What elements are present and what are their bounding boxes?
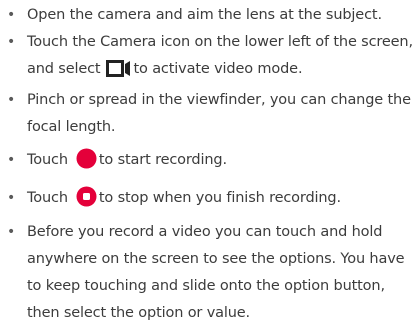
list-item: • Touch the Camera icon on the lower lef… [0, 29, 420, 87]
record-icon [76, 148, 97, 179]
item-text-line: to keep touching and slide onto the opti… [27, 278, 385, 294]
item-text-line: Pinch or spread in the viewfinder, you c… [27, 92, 411, 108]
item-text: Open the camera and aim the lens at the … [27, 7, 382, 23]
item-text-line: Before you record a video you can touch … [27, 224, 383, 240]
bullet-icon: • [7, 92, 16, 108]
stop-icon [76, 186, 97, 217]
bullet-icon: • [7, 34, 16, 50]
instruction-list: • Open the camera and aim the lens at th… [0, 2, 420, 327]
item-text-segment: Touch [27, 190, 68, 206]
list-item: • Touch to stop when you finish recording… [0, 185, 420, 217]
item-text-line: Touch the Camera icon on the lower left … [27, 34, 413, 50]
item-text-line: focal length. [27, 119, 116, 135]
video-mode-icon [106, 60, 131, 87]
item-text-segment: to start recording. [98, 152, 227, 168]
item-text-segment: to stop when you finish recording. [98, 190, 341, 206]
list-item: • Touch to start recording. [0, 147, 420, 179]
bullet-icon: • [7, 190, 16, 206]
list-item: • Open the camera and aim the lens at th… [0, 2, 420, 29]
list-item: • Before you record a video you can touc… [0, 219, 420, 327]
list-item: • Pinch or spread in the viewfinder, you… [0, 87, 420, 141]
item-text-line: then select the option or value. [27, 305, 251, 321]
bullet-icon: • [7, 224, 16, 240]
item-text-segment: to activate video mode. [133, 61, 303, 77]
bullet-icon: • [7, 7, 16, 23]
item-text-segment: Touch [27, 152, 68, 168]
bullet-icon: • [7, 152, 16, 168]
item-text-segment: and select [27, 61, 101, 77]
item-text-line: anywhere on the screen to see the option… [27, 251, 405, 267]
